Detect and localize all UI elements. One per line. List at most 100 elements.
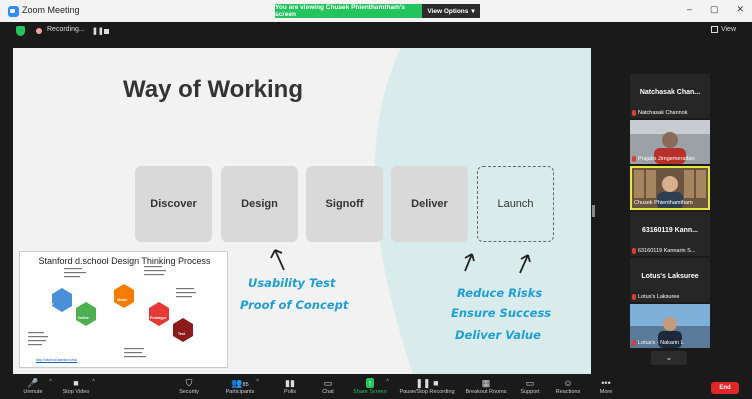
breakout-rooms-button[interactable]: ▦ Breakout Rooms <box>460 377 512 395</box>
share-banner: You are viewing Chusek Phienthamtham's s… <box>275 4 480 18</box>
ellipsis-icon: ••• <box>601 378 611 388</box>
more-label: More <box>599 389 613 395</box>
share-screen-button[interactable]: ↑ Share Screen ^ <box>346 377 394 395</box>
mic-muted-icon <box>632 156 636 162</box>
design-thinking-diagram: Stanford d.school Design Thinking Proces… <box>19 251 228 368</box>
maximize-icon[interactable]: ▢ <box>710 4 719 15</box>
mic-muted-icon <box>632 294 636 300</box>
hex-define <box>76 302 96 326</box>
view-options-button[interactable]: View Options ▾ <box>422 4 480 18</box>
arrow-design-icon <box>270 249 285 271</box>
hex-label-ideate: Ideate <box>117 298 128 302</box>
chat-icon: ▭ <box>323 378 333 388</box>
note-proof-of-concept: Proof of Concept <box>240 298 349 312</box>
zoom-logo-icon <box>8 6 19 17</box>
participant-label: Natchasak Channok <box>632 110 688 116</box>
participant-tile[interactable]: Natchasak Chan... Natchasak Channok <box>630 74 710 118</box>
note-ensure-success: Ensure Success <box>451 306 552 320</box>
security-button[interactable]: ⛉ Security <box>165 377 213 395</box>
share-banner-text: You are viewing Chusek Phienthamtham's s… <box>275 4 422 18</box>
unmute-label: Unmute <box>23 389 43 395</box>
participant-label-text: Lotus's Laksuree <box>638 294 680 300</box>
stop-video-label: Stop Video <box>62 389 90 395</box>
participant-name: 63160119 Kann... <box>641 227 699 234</box>
recording-icon <box>36 28 42 34</box>
participant-label-text: 63160119 Kannarin S... <box>638 248 696 254</box>
arrow-deliver-icon <box>464 253 475 272</box>
participant-name: Natchasak Chan... <box>639 89 701 96</box>
participants-label: Participants <box>225 389 255 395</box>
participant-name: Lotus's Laksuree <box>641 273 699 280</box>
meeting-toolbar: 🎤 Unmute ^ ■ Stop Video ^ ⛉ Security 👥85… <box>0 375 752 399</box>
participant-tile[interactable]: Prajaks Jirngemeradan <box>630 120 710 164</box>
zoom-window: Zoom Meeting You are viewing Chusek Phie… <box>0 0 752 399</box>
hex-empathize <box>52 288 72 312</box>
note-usability-test: Usability Test <box>248 276 336 290</box>
participant-label: Lotus's Laksuree <box>632 294 679 300</box>
hex-label-define: Define <box>78 316 89 320</box>
meeting-status-bar: Recording... ❚❚ View <box>0 22 752 40</box>
view-label: View <box>720 26 736 33</box>
participant-label-text: Lotus's - Nakarin L <box>638 340 684 346</box>
arrow-launch-icon <box>519 254 531 274</box>
participant-label: Chusek Phienthamtham <box>634 200 693 206</box>
unmute-button[interactable]: 🎤 Unmute ^ <box>9 377 57 395</box>
shared-screen: Way of Working Discover Design Signoff D… <box>13 48 591 374</box>
participant-tile[interactable]: Lotus's - Nakarin L <box>630 304 710 348</box>
hex-label-prototype: Prototype <box>150 316 167 320</box>
stop-video-button[interactable]: ■ Stop Video ^ <box>52 377 100 395</box>
hex-label-empathize: Empathize <box>36 302 54 306</box>
participant-label-text: Chusek Phienthamtham <box>634 200 693 206</box>
view-button[interactable]: View <box>710 26 736 33</box>
note-deliver-value: Deliver Value <box>455 328 541 342</box>
chevron-up-icon[interactable]: ^ <box>92 379 95 385</box>
hex-prototype <box>149 302 169 326</box>
shield-icon[interactable] <box>16 26 25 36</box>
security-label: Security <box>179 389 199 395</box>
breakout-rooms-label: Breakout Rooms <box>465 389 507 395</box>
title-bar: Zoom Meeting You are viewing Chusek Phie… <box>0 0 752 22</box>
diagram-link[interactable]: http://dschool.stanford.edu <box>36 358 77 362</box>
diagram-small-text-lines <box>28 266 196 358</box>
pause-recording-icon[interactable]: ❚❚ <box>92 27 104 35</box>
share-screen-label: Share Screen <box>353 389 387 395</box>
participant-label: Lotus's - Nakarin L <box>632 340 684 346</box>
close-icon[interactable]: ✕ <box>736 4 744 15</box>
breakout-rooms-icon: ▦ <box>481 378 491 388</box>
participants-button[interactable]: 👥85 Participants ^ <box>216 377 264 395</box>
window-title: Zoom Meeting <box>22 5 80 15</box>
hex-label-test: Test <box>178 332 185 336</box>
participant-tile[interactable]: Lotus's Laksuree Lotus's Laksuree <box>630 258 710 302</box>
window-controls: – ▢ ✕ <box>687 4 744 15</box>
participant-label-text: Natchasak Channok <box>638 110 688 116</box>
mic-muted-icon <box>632 340 636 346</box>
view-options-label: View Options <box>427 7 469 15</box>
participant-label: 63160119 Kannarin S... <box>632 248 695 254</box>
hex-test <box>173 318 193 342</box>
mic-muted-icon <box>632 110 636 116</box>
more-button[interactable]: ••• More <box>582 377 630 395</box>
chevron-down-icon[interactable]: ⌄ <box>651 351 687 365</box>
chevron-down-icon: ▾ <box>471 8 475 15</box>
shield-icon: ⛉ <box>185 378 193 388</box>
recording-label: Pause/Stop Recording <box>399 389 455 395</box>
minimize-icon[interactable]: – <box>687 4 692 15</box>
participant-label-text: Prajaks Jirngemeradan <box>638 156 695 162</box>
panel-resize-handle[interactable] <box>592 205 595 217</box>
chat-button[interactable]: ▭ Chat <box>304 377 352 395</box>
stop-recording-icon[interactable] <box>104 29 109 34</box>
participant-label: Prajaks Jirngemeradan <box>632 156 695 162</box>
participant-tile[interactable]: 63160119 Kann... 63160119 Kannarin S... <box>630 212 710 256</box>
chat-label: Chat <box>322 389 334 395</box>
chevron-up-icon[interactable]: ^ <box>386 379 389 385</box>
pause-stop-recording-button[interactable]: ❚❚ ■ Pause/Stop Recording <box>396 377 458 395</box>
hex-ideate <box>114 284 134 308</box>
recording-label: Recording... <box>47 26 85 33</box>
participant-tile-active-speaker[interactable]: Chusek Phienthamtham <box>630 166 710 210</box>
grid-icon <box>710 26 718 33</box>
pause-stop-icon: ❚❚ ■ <box>415 378 439 388</box>
participants-count: 85 <box>242 382 249 388</box>
chevron-up-icon[interactable]: ^ <box>256 379 259 385</box>
end-meeting-button[interactable]: End <box>711 382 739 394</box>
note-reduce-risks: Reduce Risks <box>457 286 543 300</box>
